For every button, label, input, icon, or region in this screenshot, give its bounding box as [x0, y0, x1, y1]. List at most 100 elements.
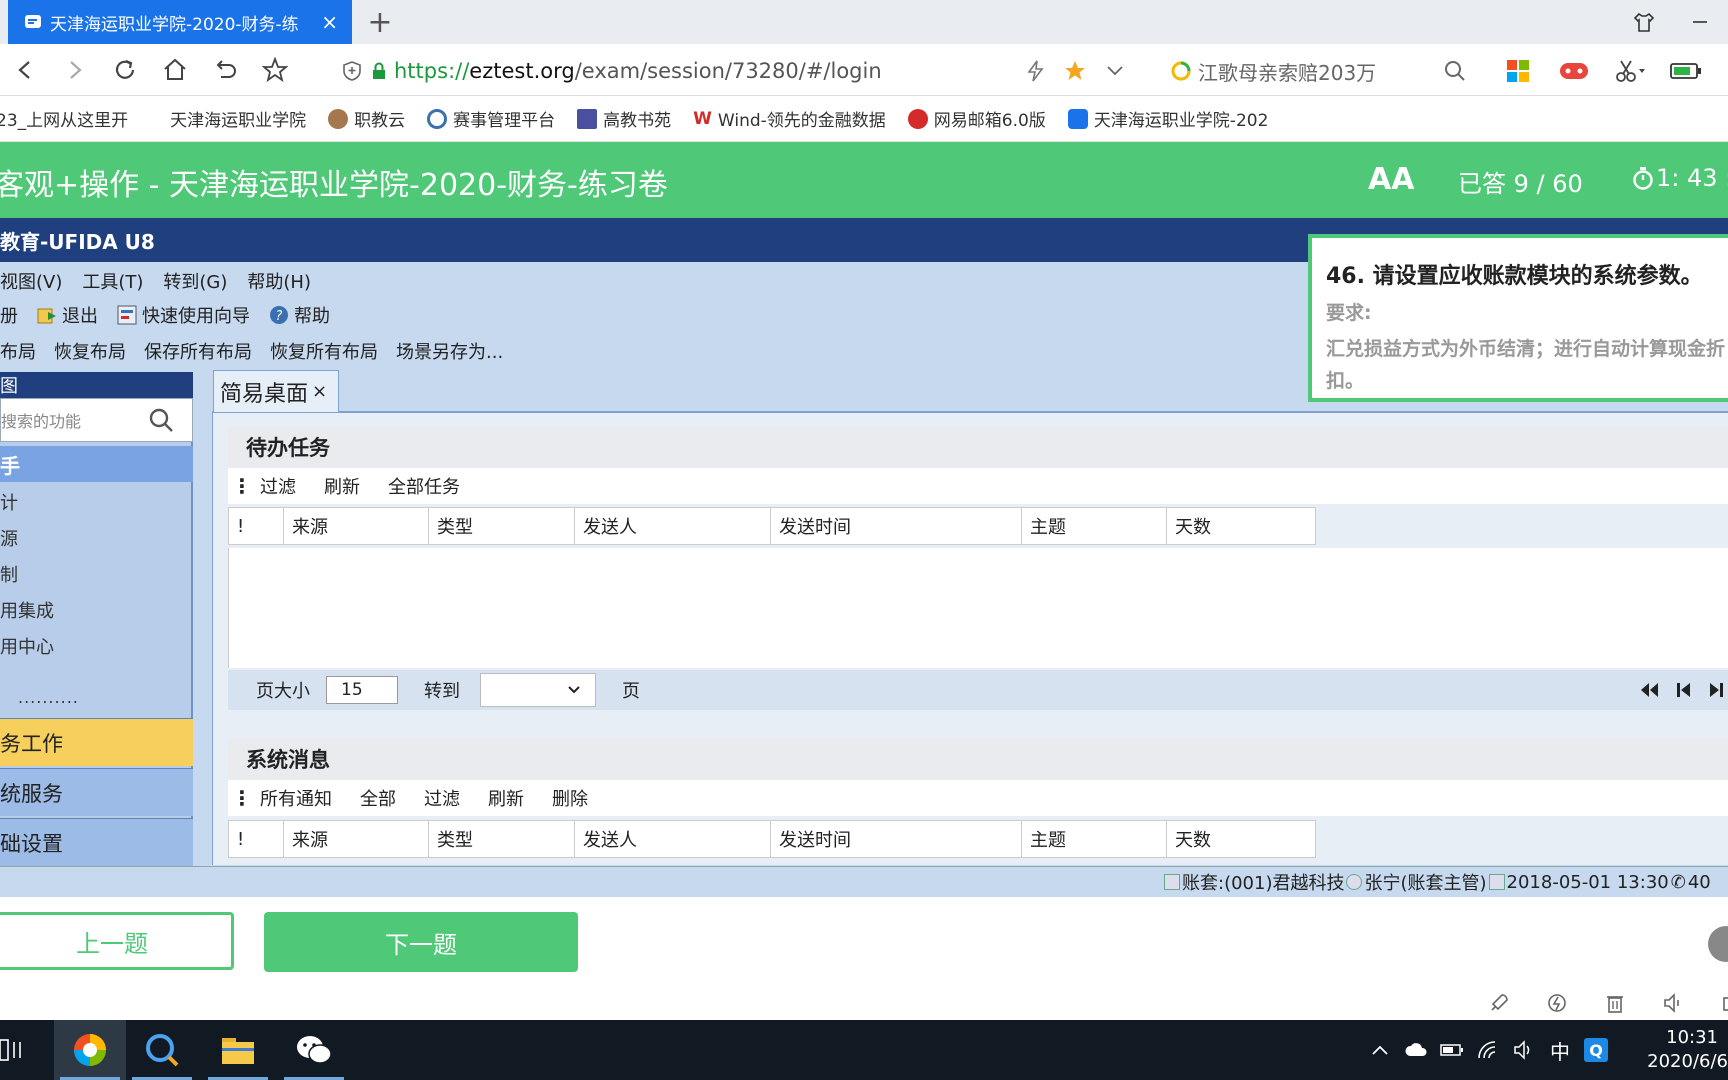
- apps-grid-icon[interactable]: [1490, 59, 1546, 83]
- next-question-button[interactable]: 下一题: [264, 912, 578, 972]
- ime-indicator[interactable]: 中: [1542, 1036, 1578, 1065]
- layout-button[interactable]: 布局: [0, 338, 36, 364]
- speaker-icon[interactable]: [1506, 1040, 1542, 1060]
- sidebar-category-business[interactable]: 务工作: [0, 718, 193, 766]
- messages-filter-button[interactable]: 过滤: [424, 785, 460, 811]
- messages-all-button[interactable]: 全部: [360, 785, 396, 811]
- column-header[interactable]: 发送人: [575, 507, 771, 545]
- taskbar-wechat-app[interactable]: [278, 1020, 350, 1080]
- game-controller-icon[interactable]: [1546, 60, 1602, 82]
- favorite-star-icon[interactable]: [250, 44, 300, 96]
- quick-wizard-button[interactable]: 快速使用向导: [116, 302, 250, 328]
- font-size-toggle[interactable]: AA: [1368, 162, 1414, 197]
- save-all-layouts-button[interactable]: 保存所有布局: [144, 338, 252, 364]
- column-header[interactable]: 发送人: [575, 820, 771, 858]
- next-page-icon[interactable]: [1708, 682, 1724, 698]
- search-icon[interactable]: [1444, 60, 1466, 82]
- menu-help[interactable]: 帮助(H): [247, 268, 311, 294]
- bookmark-item[interactable]: 23_上网从这里开: [0, 106, 128, 131]
- bookmark-item[interactable]: 网易邮箱6.0版: [907, 106, 1046, 131]
- wifi-icon[interactable]: [1470, 1040, 1506, 1060]
- sidebar-item[interactable]: 用中心: [0, 628, 193, 664]
- drag-handle-icon[interactable]: ⋮: [232, 786, 252, 810]
- messages-delete-button[interactable]: 删除: [552, 785, 588, 811]
- sidebar-item[interactable]: 计: [0, 484, 193, 520]
- column-header[interactable]: 来源: [284, 507, 429, 545]
- column-header[interactable]: 类型: [429, 507, 575, 545]
- sidebar-category-basic-settings[interactable]: 础设置: [0, 818, 193, 866]
- column-header[interactable]: 来源: [284, 820, 429, 858]
- first-page-icon[interactable]: [1638, 682, 1660, 698]
- taskbar-browser-app[interactable]: [54, 1020, 126, 1080]
- battery-icon[interactable]: [1658, 61, 1714, 81]
- sidebar-category-system-service[interactable]: 统服务: [0, 768, 193, 816]
- drag-handle-icon[interactable]: ⋮: [232, 474, 252, 498]
- taskbar-clock[interactable]: 10:31 2020/6/6: [1640, 1026, 1728, 1074]
- minimize-icon[interactable]: [1672, 0, 1728, 44]
- todo-filter-button[interactable]: 过滤: [260, 473, 296, 499]
- sidebar-item[interactable]: 制: [0, 556, 193, 592]
- taskbar-explorer-app[interactable]: [202, 1020, 274, 1080]
- side-collapse-button[interactable]: [1708, 926, 1728, 962]
- bookmark-item[interactable]: 职教云: [328, 106, 405, 131]
- undo-icon[interactable]: [200, 44, 250, 96]
- column-header[interactable]: 发送时间: [771, 507, 1022, 545]
- bookmark-item[interactable]: 天津海运职业学院: [170, 106, 306, 131]
- battery-tray-icon[interactable]: [1434, 1043, 1470, 1057]
- bookmark-item[interactable]: 赛事管理平台: [427, 106, 555, 131]
- bookmark-star-icon[interactable]: [1064, 60, 1086, 82]
- todo-refresh-button[interactable]: 刷新: [324, 473, 360, 499]
- column-header[interactable]: 发送时间: [771, 820, 1022, 858]
- column-header[interactable]: 天数: [1167, 820, 1315, 858]
- shirt-skin-icon[interactable]: [1616, 0, 1672, 44]
- lightning-icon[interactable]: [1026, 60, 1046, 82]
- save-scene-as-button[interactable]: 场景另存为...: [396, 338, 503, 364]
- dropdown-chevron-icon[interactable]: [1106, 65, 1124, 77]
- browser-tab-active[interactable]: 天津海运职业学院-2020-财务-练 ×: [8, 0, 352, 44]
- bookmark-item[interactable]: 天津海运职业学院-202: [1067, 106, 1268, 131]
- column-header[interactable]: 类型: [429, 820, 575, 858]
- bookmark-item[interactable]: W Wind-领先的金融数据: [693, 106, 886, 132]
- address-bar[interactable]: https://eztest.org/exam/session/73280/#/…: [332, 52, 1132, 90]
- goto-page-select[interactable]: [480, 673, 596, 707]
- window-restore-icon[interactable]: [1702, 992, 1728, 1014]
- qq-tray-icon[interactable]: Q: [1578, 1037, 1614, 1063]
- todo-all-tasks-button[interactable]: 全部任务: [388, 473, 460, 499]
- back-icon[interactable]: [0, 44, 50, 96]
- tab-close-icon[interactable]: ×: [321, 10, 338, 34]
- trash-icon[interactable]: [1586, 992, 1644, 1014]
- page-size-input[interactable]: 15: [326, 676, 398, 704]
- column-header[interactable]: 天数: [1167, 507, 1315, 545]
- chevron-up-icon[interactable]: [1362, 1044, 1398, 1056]
- task-view-icon[interactable]: [0, 1036, 30, 1064]
- prev-page-icon[interactable]: [1676, 682, 1692, 698]
- exit-button[interactable]: 退出: [36, 302, 98, 328]
- menu-goto[interactable]: 转到(G): [163, 268, 227, 294]
- bookmark-item[interactable]: 高教书苑: [577, 106, 671, 131]
- column-header[interactable]: 主题: [1022, 507, 1167, 545]
- sidebar-search[interactable]: 搜索的功能: [0, 398, 193, 442]
- home-icon[interactable]: [150, 44, 200, 96]
- messages-all-notices-button[interactable]: 所有通知: [260, 785, 332, 811]
- messages-refresh-button[interactable]: 刷新: [488, 785, 524, 811]
- register-button[interactable]: 册: [0, 302, 18, 328]
- rocket-icon[interactable]: [1470, 992, 1528, 1014]
- column-header[interactable]: 主题: [1022, 820, 1167, 858]
- column-header[interactable]: !: [229, 507, 284, 545]
- cloud-icon[interactable]: [1398, 1042, 1434, 1058]
- tab-simple-desktop[interactable]: 简易桌面 ×: [213, 370, 339, 412]
- tab-close-icon[interactable]: ×: [312, 381, 327, 402]
- column-header[interactable]: !: [229, 820, 284, 858]
- restore-layout-button[interactable]: 恢复布局: [54, 338, 126, 364]
- volume-icon[interactable]: [1644, 992, 1702, 1014]
- sidebar-item[interactable]: 源: [0, 520, 193, 556]
- forward-icon[interactable]: [50, 44, 100, 96]
- taskbar-chat-app[interactable]: [126, 1020, 198, 1080]
- menu-tools[interactable]: 工具(T): [82, 268, 143, 294]
- help-button[interactable]: ? 帮助: [268, 302, 330, 328]
- restore-all-layouts-button[interactable]: 恢复所有布局: [270, 338, 378, 364]
- new-tab-button[interactable]: +: [364, 5, 396, 40]
- sidebar-item[interactable]: 用集成: [0, 592, 193, 628]
- scissors-icon[interactable]: [1602, 59, 1658, 83]
- sidebar-selected-item[interactable]: 手: [0, 446, 193, 482]
